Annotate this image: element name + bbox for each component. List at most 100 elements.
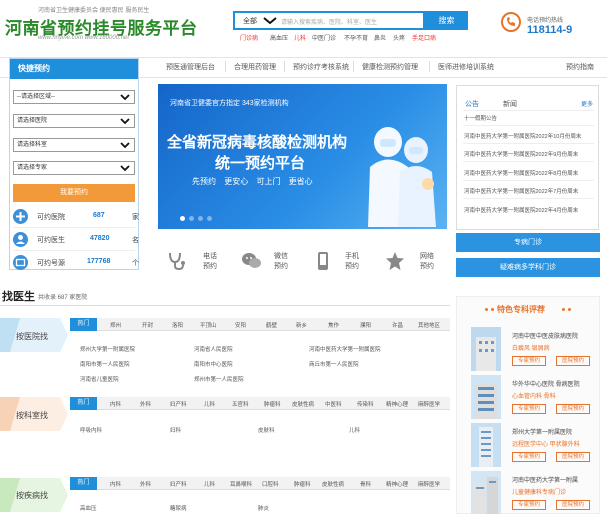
department-link[interactable]: 妇科 bbox=[170, 426, 181, 434]
hospital-select[interactable]: 请选择医院 bbox=[13, 114, 135, 128]
tab-item[interactable]: 五官科 bbox=[232, 400, 249, 408]
tab-item[interactable]: 传染科 bbox=[357, 400, 374, 408]
nav-item[interactable]: 预约指南 bbox=[566, 62, 594, 72]
hot-word[interactable]: 高血压 bbox=[270, 33, 288, 42]
search-category[interactable]: 全部 bbox=[243, 16, 257, 26]
notice-item[interactable]: 河南中医药大学第一附属医院2022年7月份周末 bbox=[464, 187, 592, 195]
tab-item[interactable]: 骨科 bbox=[360, 480, 371, 488]
tab-item[interactable]: 精神心理 bbox=[386, 480, 408, 488]
feature-label[interactable]: 微信 预约 bbox=[270, 252, 292, 272]
tab-hot[interactable]: 热门 bbox=[70, 397, 97, 410]
tab-item[interactable]: 新乡 bbox=[296, 321, 307, 329]
hospital-image[interactable] bbox=[471, 327, 501, 371]
nav-item[interactable]: 合理用药管理 bbox=[234, 62, 276, 72]
specialist-clinic-button[interactable]: 专病门诊 bbox=[456, 233, 600, 252]
carousel-dot[interactable] bbox=[207, 216, 212, 221]
tab-item[interactable]: 皮肤性病 bbox=[322, 480, 344, 488]
hospital-booking-button[interactable]: 医院预约 bbox=[556, 356, 590, 366]
tab-item[interactable]: 妇产科 bbox=[170, 480, 187, 488]
hospital-image[interactable] bbox=[471, 375, 501, 419]
tab-item[interactable]: 口腔科 bbox=[262, 480, 279, 488]
special-hospital-name[interactable]: 郑州大学第一附属医院 bbox=[512, 427, 572, 436]
tab-item[interactable]: 郑州 bbox=[110, 321, 121, 329]
tab-item[interactable]: 儿科 bbox=[204, 480, 215, 488]
tab-item[interactable]: 肿瘤科 bbox=[264, 400, 281, 408]
tab-item[interactable]: 外科 bbox=[140, 480, 151, 488]
carousel-dot[interactable] bbox=[189, 216, 194, 221]
hot-word[interactable]: 手足口病 bbox=[412, 33, 436, 42]
notice-item[interactable]: 河南中医药大学第一附属医院2022年4月份周末 bbox=[464, 206, 592, 214]
expert-select[interactable]: 请选择专家 bbox=[13, 161, 135, 175]
tab-item[interactable]: 平顶山 bbox=[200, 321, 217, 329]
hospital-link[interactable]: 商丘市第一人民医院 bbox=[309, 360, 359, 368]
disease-link[interactable]: 肺炎 bbox=[258, 504, 269, 512]
hospital-link[interactable]: 河南省儿童医院 bbox=[80, 375, 119, 383]
search-button[interactable]: 搜索 bbox=[425, 11, 468, 30]
feature-label[interactable]: 电话 预约 bbox=[199, 252, 221, 272]
hot-word[interactable]: 门诊病 bbox=[240, 33, 258, 42]
stethoscope-icon[interactable] bbox=[166, 250, 188, 272]
tab-item[interactable]: 洛阳 bbox=[172, 321, 183, 329]
carousel-dot[interactable] bbox=[180, 216, 185, 221]
tab-notice[interactable]: 公告 bbox=[465, 99, 479, 109]
hospital-image[interactable] bbox=[471, 471, 501, 514]
chevron-down-icon[interactable] bbox=[261, 13, 279, 27]
tab-item[interactable]: 鹤壁 bbox=[266, 321, 277, 329]
hospital-link[interactable]: 南阳市中心医院 bbox=[194, 360, 233, 368]
tab-item[interactable]: 其他地区 bbox=[418, 321, 440, 329]
tab-item[interactable]: 麻醉医学 bbox=[418, 400, 440, 408]
tab-item[interactable]: 内科 bbox=[110, 480, 121, 488]
region-select[interactable]: --请选择区域-- bbox=[13, 90, 135, 104]
notice-item[interactable]: 十一假期公告 bbox=[464, 114, 592, 122]
tab-item[interactable]: 中医科 bbox=[325, 400, 342, 408]
tab-item[interactable]: 安阳 bbox=[235, 321, 246, 329]
nav-item[interactable]: 预约诊疗考核系统 bbox=[293, 62, 349, 72]
tab-item[interactable]: 外科 bbox=[140, 400, 151, 408]
notice-item[interactable]: 河南中医药大学第一附属医院2022年10月份周末 bbox=[464, 132, 592, 140]
tab-item[interactable]: 儿科 bbox=[204, 400, 215, 408]
wechat-icon[interactable] bbox=[240, 250, 262, 272]
hospital-booking-button[interactable]: 医院预约 bbox=[556, 500, 590, 510]
expert-booking-button[interactable]: 专家预约 bbox=[512, 500, 546, 510]
notice-item[interactable]: 河南中医药大学第一附属医院2022年8月份周末 bbox=[464, 169, 592, 177]
hot-word[interactable]: 儿科 bbox=[294, 33, 306, 42]
tab-item[interactable]: 内科 bbox=[110, 400, 121, 408]
web-icon[interactable] bbox=[384, 250, 406, 272]
nav-item[interactable]: 健康检测预约管理 bbox=[362, 62, 418, 72]
hot-word[interactable]: 头疼 bbox=[393, 33, 405, 42]
expert-booking-button[interactable]: 专家预约 bbox=[512, 452, 546, 462]
tab-news[interactable]: 新闻 bbox=[503, 99, 517, 109]
tab-item[interactable]: 麻醉医学 bbox=[418, 480, 440, 488]
department-link[interactable]: 皮肤科 bbox=[258, 426, 275, 434]
tab-item[interactable]: 焦作 bbox=[328, 321, 339, 329]
mobile-icon[interactable] bbox=[312, 250, 334, 272]
tab-item[interactable]: 肿瘤科 bbox=[294, 480, 311, 488]
tab-item[interactable]: 耳鼻喉科 bbox=[230, 480, 252, 488]
disease-link[interactable]: 糖尿病 bbox=[170, 504, 187, 512]
hospital-link[interactable]: 南阳市第一人民医院 bbox=[80, 360, 130, 368]
carousel-dot[interactable] bbox=[198, 216, 203, 221]
department-select[interactable]: 请选择科室 bbox=[13, 138, 135, 152]
nav-item[interactable]: 医师进修培训系统 bbox=[438, 62, 494, 72]
hospital-booking-button[interactable]: 医院预约 bbox=[556, 452, 590, 462]
search-input[interactable]: 请输入搜索疾病、医院、科室、医生 bbox=[281, 17, 377, 26]
tab-item[interactable]: 开封 bbox=[142, 321, 153, 329]
feature-label[interactable]: 网络 预约 bbox=[416, 252, 438, 272]
tab-item[interactable]: 许昌 bbox=[392, 321, 403, 329]
tab-item[interactable]: 妇产科 bbox=[170, 400, 187, 408]
hospital-booking-button[interactable]: 医院预约 bbox=[556, 404, 590, 414]
hospital-link[interactable]: 河南中医药大学第一附属医院 bbox=[309, 345, 381, 353]
hospital-image[interactable] bbox=[471, 423, 501, 467]
special-hospital-name[interactable]: 河南中医中医皮肤病医院 bbox=[512, 331, 578, 340]
tab-hot[interactable]: 热门 bbox=[70, 318, 97, 331]
special-hospital-name[interactable]: 河南中医药大学第一附属 bbox=[512, 475, 578, 484]
department-link[interactable]: 呼吸内科 bbox=[80, 426, 102, 434]
hospital-link[interactable]: 郑州市第一人民医院 bbox=[194, 375, 244, 383]
nav-item[interactable]: 预医通管理后台 bbox=[166, 62, 215, 72]
hero-banner[interactable]: 河南省卫健委官方指定 343家检测机构 全省新冠病毒核酸检测机构 统一预约平台 … bbox=[158, 84, 447, 229]
notice-item[interactable]: 河南中医药大学第一附属医院2022年9月份周末 bbox=[464, 150, 592, 158]
tab-item[interactable]: 精神心理 bbox=[386, 400, 408, 408]
disease-link[interactable]: 高血压 bbox=[80, 504, 97, 512]
hot-word[interactable]: 不孕不育 bbox=[344, 33, 368, 42]
department-link[interactable]: 儿科 bbox=[349, 426, 360, 434]
